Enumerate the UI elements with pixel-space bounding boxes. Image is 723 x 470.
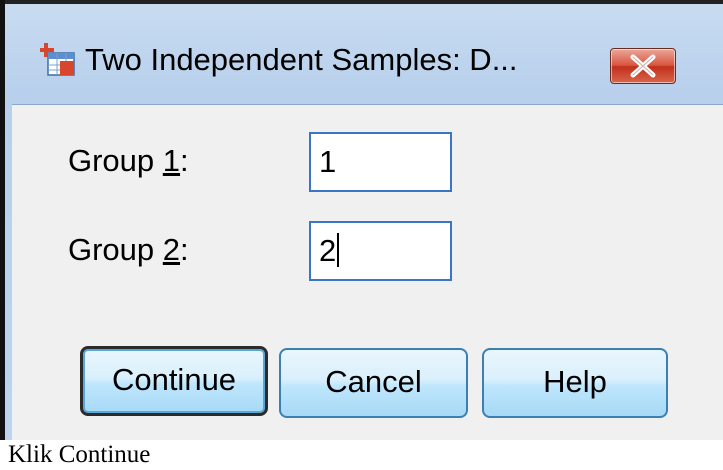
group1-input[interactable]: 1 [309, 132, 452, 192]
dialog-client-area: Group 1: 1 Group 2: 2 Continue Cancel He… [12, 104, 723, 445]
cancel-button[interactable]: Cancel [279, 348, 468, 418]
caption-text: Klik Continue [0, 440, 723, 470]
group2-label: Group 2: [68, 232, 189, 267]
spss-table-icon [40, 41, 76, 77]
close-x-icon [630, 54, 656, 78]
close-button[interactable] [610, 48, 676, 84]
window-title: Two Independent Samples: D... [85, 42, 518, 77]
title-bar[interactable]: Two Independent Samples: D... [5, 4, 723, 100]
continue-button[interactable]: Continue [80, 346, 268, 416]
text-caret [337, 233, 340, 267]
group2-input[interactable]: 2 [309, 221, 452, 281]
dialog-window: Two Independent Samples: D... Group 1: 1… [0, 0, 723, 470]
group1-label: Group 1: [68, 143, 189, 178]
help-button[interactable]: Help [482, 348, 668, 418]
